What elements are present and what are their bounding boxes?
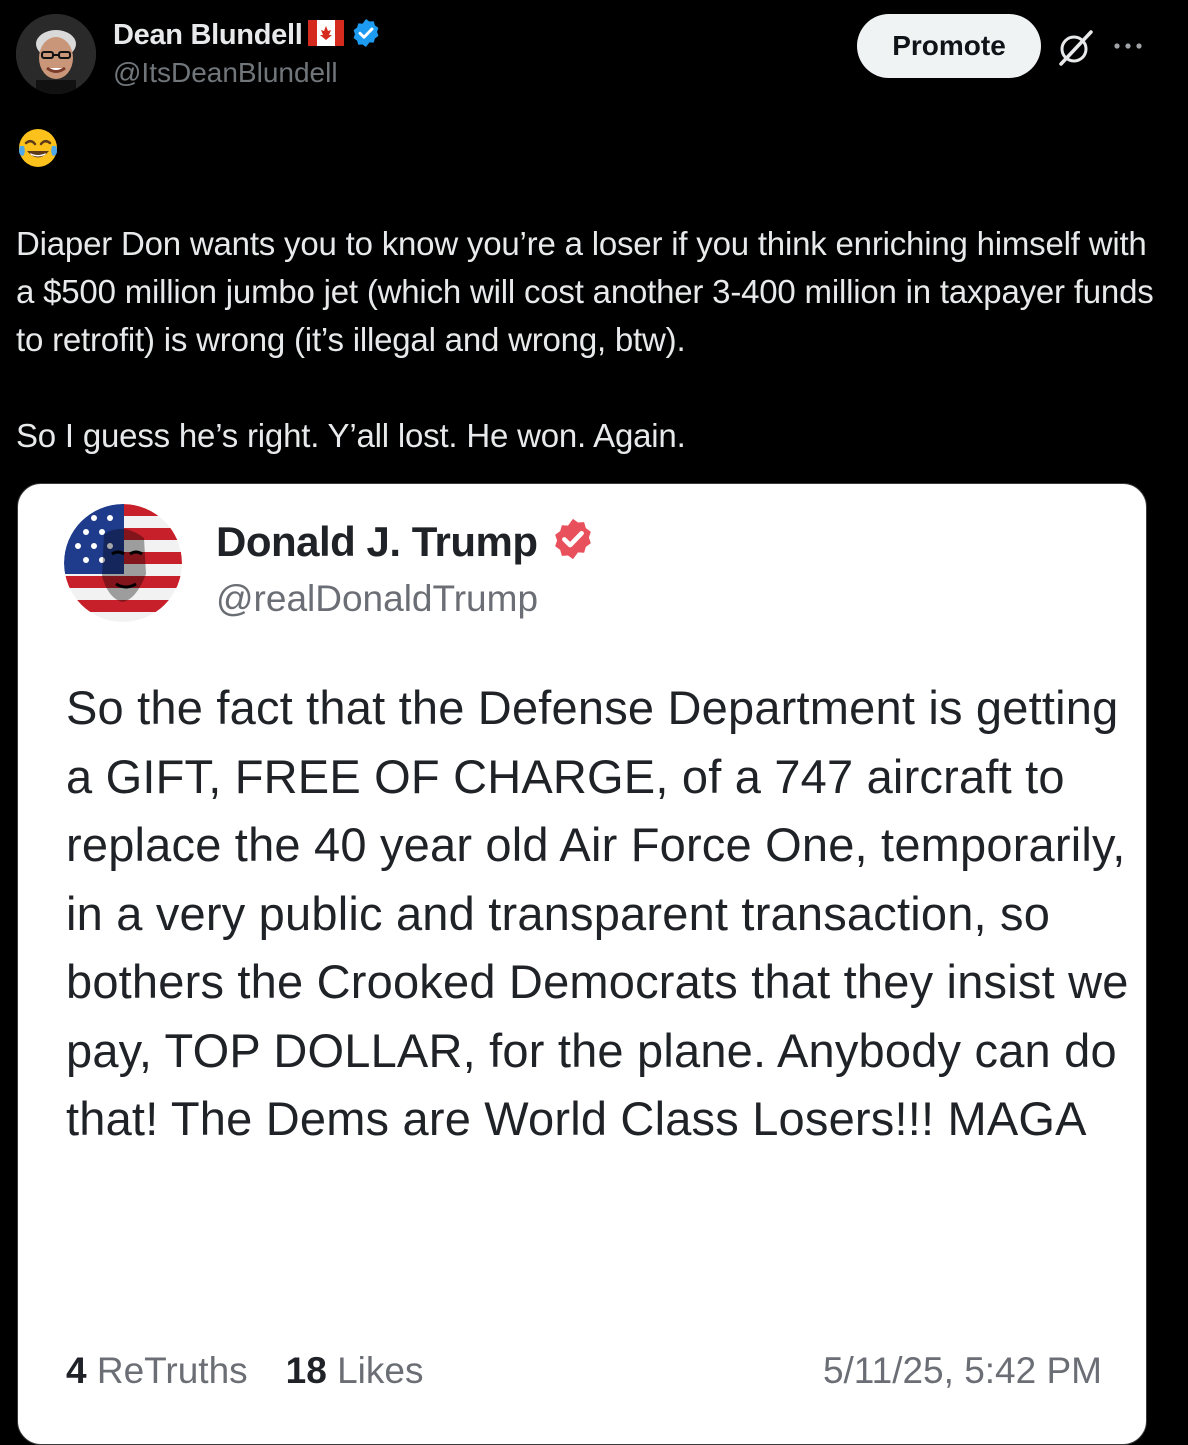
retruths-count: 4 [66, 1350, 87, 1391]
retruths-label: ReTruths [96, 1350, 248, 1391]
author-name-row[interactable]: Dean Blundell [113, 16, 382, 54]
more-icon[interactable] [1108, 26, 1148, 66]
quoted-author-avatar [64, 504, 182, 622]
quoted-author-handle: @realDonaldTrump [216, 578, 539, 619]
author-avatar[interactable] [16, 14, 96, 94]
retruths-stat: 4 ReTruths [66, 1350, 248, 1392]
tears-of-joy-emoji-icon [16, 126, 60, 170]
verified-badge-icon[interactable] [350, 17, 382, 54]
author-handle[interactable]: @ItsDeanBlundell [113, 57, 338, 89]
quoted-post-text: So the fact that the Defense Department … [66, 681, 1129, 1145]
quoted-timestamp: 5/11/25, 5:42 PM [822, 1350, 1102, 1391]
post-body: Diaper Don wants you to know you’re a lo… [16, 220, 1166, 460]
promote-button[interactable]: Promote [857, 14, 1041, 78]
truth-verified-icon [550, 516, 596, 567]
likes-label: Likes [337, 1350, 424, 1391]
likes-stat: 18 Likes [286, 1350, 424, 1392]
likes-count: 18 [285, 1350, 327, 1391]
quoted-author-name-row: Donald J. Trump [216, 516, 596, 567]
canada-flag-icon [308, 19, 345, 51]
author-name[interactable]: Dean Blundell [113, 19, 303, 52]
grok-icon[interactable] [1053, 26, 1097, 70]
post-paragraph: Diaper Don wants you to know you’re a lo… [16, 225, 1154, 358]
post-paragraph: So I guess he’s right. Y’all lost. He wo… [16, 417, 686, 454]
quoted-stats: 4 ReTruths 18 Likes [66, 1350, 423, 1392]
quoted-author-name: Donald J. Trump [216, 517, 538, 565]
quoted-screenshot-card[interactable]: Donald J. Trump @realDonaldTrump So the … [17, 483, 1147, 1445]
